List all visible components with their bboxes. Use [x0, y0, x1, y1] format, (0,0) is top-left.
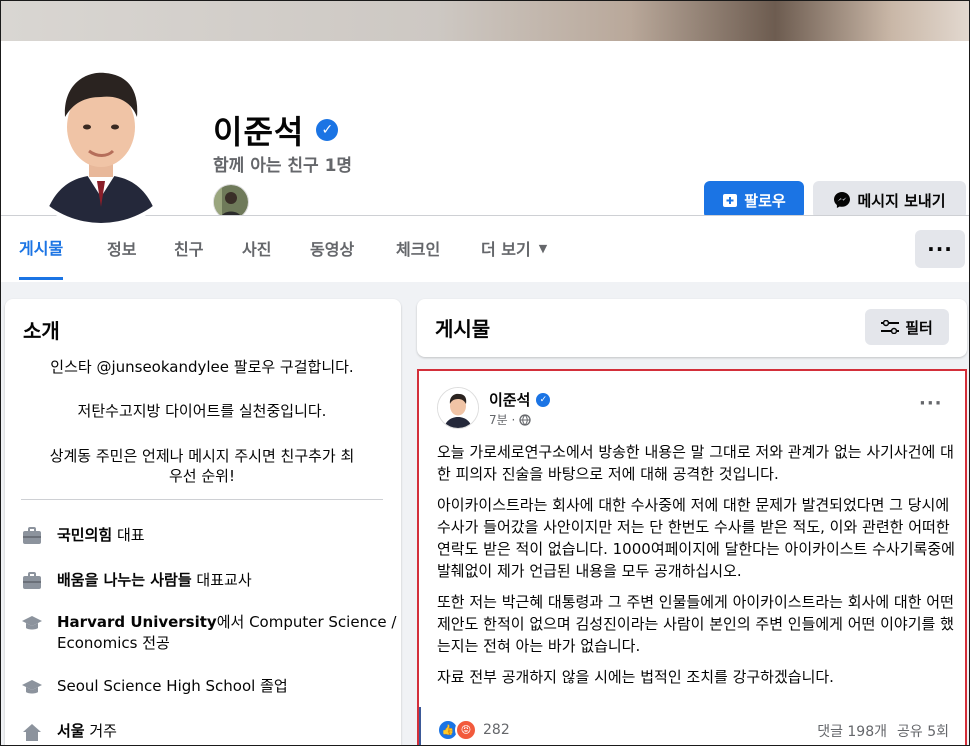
follow-button[interactable]: 팔로우 [704, 181, 804, 219]
info-row-work-2: 배움을 나누는 사람들 대표교사 [21, 570, 252, 592]
info-text-location: 서울 거주 [57, 721, 117, 742]
post-options-button[interactable]: ··· [919, 393, 943, 414]
posts-title: 게시물 [435, 317, 491, 341]
post-paragraph: 아이카이스트라는 회사에 대한 수사중에 저에 대한 문제가 발견되었다면 그 … [437, 496, 955, 580]
profile-avatar[interactable] [9, 43, 193, 227]
info-rest: 에서 Computer Science / [216, 613, 397, 631]
info-text-work-2: 배움을 나누는 사람들 대표교사 [57, 570, 252, 591]
post-timestamp[interactable]: 7분 · [489, 411, 515, 428]
info-bold[interactable]: Harvard University [57, 613, 217, 631]
profile-avatar-image [13, 47, 189, 223]
briefcase-icon [23, 572, 41, 589]
message-button-label: 메시지 보내기 [857, 191, 946, 210]
post-stats: 댓글 198개 공유 5회 [817, 721, 949, 741]
profile-header: 이준석 ✓ 함께 아는 친구 1명 팔로우 메시지 보내기 [1, 41, 969, 227]
follow-button-label: 팔로우 [744, 191, 786, 210]
post-paragraph: 또한 저는 박근혜 대통령과 그 주변 인물들에게 아이카이스트라는 회사에 대… [437, 593, 954, 655]
tab-more-label: 더 보기 [481, 240, 531, 259]
tab-friends[interactable]: 친구 [174, 216, 203, 280]
info-bold[interactable]: 배움을 나누는 사람들 [57, 571, 192, 589]
post-card: 이준석 ✓ 7분 · ··· 오늘 가로세로연구소에서 방송한 내용은 말 그대… [417, 369, 967, 745]
tab-videos[interactable]: 동영상 [310, 216, 354, 280]
intro-title: 소개 [23, 319, 60, 343]
messenger-icon [834, 192, 851, 208]
mutual-friend-avatar-image [214, 185, 248, 219]
filter-sliders-icon [881, 320, 900, 334]
message-button[interactable]: 메시지 보내기 [813, 181, 966, 219]
cover-photo[interactable] [1, 1, 969, 41]
bio-line: 상계동 주민은 언제나 메시지 주시면 친구추가 최 [49, 447, 355, 465]
graduation-cap-icon [22, 616, 42, 630]
comments-count-link[interactable]: 댓글 198개 [817, 721, 887, 741]
intro-divider [21, 499, 383, 500]
profile-tabs: 게시물 정보 친구 사진 동영상 체크인 더 보기 ▼ ··· [1, 215, 969, 282]
info-row-location: 서울 거주 [21, 721, 117, 743]
shares-count-link[interactable]: 공유 5회 [897, 721, 949, 741]
profile-name-row: 이준석 ✓ [213, 107, 339, 153]
graduation-cap-icon [22, 680, 42, 694]
post-paragraph: 오늘 가로세로연구소에서 방송한 내용은 말 그대로 저와 관계가 없는 사기사… [437, 443, 954, 483]
post-author-avatar-image [438, 388, 478, 428]
intro-card: 소개 인스타 @junseokandylee 팔로우 구걸합니다. 저탄수고지방… [5, 299, 401, 745]
bio-line: 저탄수고지방 다이어트를 실천중입니다. [77, 402, 327, 420]
follow-plus-icon [723, 194, 738, 207]
tab-checkins[interactable]: 체크인 [396, 216, 440, 280]
bio-line: 인스타 @junseokandylee 팔로우 구걸합니다. [50, 358, 354, 376]
info-bold[interactable]: 국민의힘 [57, 526, 112, 544]
info-text-school[interactable]: Seoul Science High School 졸업 [57, 676, 288, 697]
info-rest: 거주 [84, 722, 117, 740]
info-rest-2: Economics 전공 [57, 634, 170, 652]
info-rest: 대표 [112, 526, 145, 544]
tab-photos[interactable]: 사진 [242, 216, 271, 280]
info-text-education: Harvard University에서 Computer Science / E… [57, 612, 396, 654]
profile-name: 이준석 [213, 113, 305, 151]
verified-badge-icon: ✓ [316, 119, 339, 141]
filter-button[interactable]: 필터 [865, 309, 949, 345]
tab-posts[interactable]: 게시물 [19, 216, 64, 280]
caret-down-icon: ▼ [538, 241, 548, 255]
post-left-accent [419, 707, 421, 745]
globe-icon [519, 413, 531, 426]
info-row-education: Harvard University에서 Computer Science / E… [21, 612, 396, 654]
post-body: 오늘 가로세로연구소에서 방송한 내용은 말 그대로 저와 관계가 없는 사기사… [437, 441, 957, 697]
post-paragraph: 자료 전부 공개하지 않을 시에는 법적인 조치를 강구하겠습니다. [437, 668, 834, 686]
info-text-work: 국민의힘 대표 [57, 525, 145, 546]
post-author-name[interactable]: 이준석 [489, 389, 530, 410]
bio-line: 우선 순위! [169, 467, 235, 485]
post-timestamp-row: 7분 · [489, 411, 531, 428]
briefcase-icon [23, 527, 41, 544]
home-icon [23, 724, 41, 741]
reaction-count: 282 [483, 722, 510, 738]
info-row-school: Seoul Science High School 졸업 [21, 676, 288, 698]
page-frame: 이준석 ✓ 함께 아는 친구 1명 팔로우 메시지 보내기 게시물 정보 친구 … [0, 0, 970, 746]
filter-button-label: 필터 [905, 318, 933, 337]
info-rest: Seoul Science High School 졸업 [57, 677, 288, 695]
post-author-avatar[interactable] [437, 387, 479, 429]
verified-badge-icon: ✓ [536, 392, 551, 407]
info-bold[interactable]: 서울 [57, 722, 85, 740]
info-row-work: 국민의힘 대표 [21, 525, 145, 547]
tab-more[interactable]: 더 보기 ▼ [481, 216, 547, 280]
angry-reaction-icon: 😡 [455, 719, 477, 741]
reactions-summary[interactable]: 👍 😡 282 [437, 719, 510, 741]
mutual-friends-link[interactable]: 함께 아는 친구 1명 [213, 151, 352, 176]
posts-header-card: 게시물 필터 [417, 299, 967, 357]
profile-more-options-button[interactable]: ··· [915, 230, 965, 268]
post-author-row: 이준석 ✓ [489, 389, 551, 410]
info-rest: 대표교사 [191, 571, 252, 589]
